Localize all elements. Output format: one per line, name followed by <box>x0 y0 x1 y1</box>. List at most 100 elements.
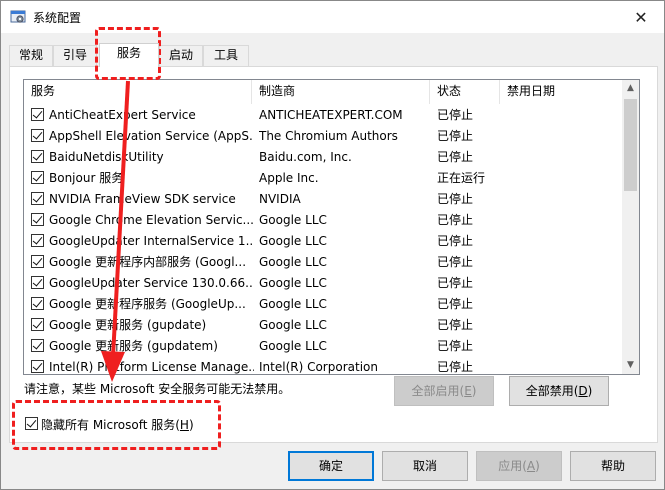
tab-boot[interactable]: 引导 <box>53 45 97 66</box>
tab-general[interactable]: 常规 <box>9 45 53 66</box>
service-status: 已停止 <box>437 234 474 248</box>
service-manufacturer: Google LLC <box>259 213 327 227</box>
service-manufacturer: Apple Inc. <box>259 171 319 185</box>
service-disable-date <box>508 275 618 291</box>
service-checkbox[interactable] <box>31 192 44 205</box>
services-list[interactable]: 服务 制造商 状态 禁用日期 AntiCheatExpert Service AN… <box>23 79 640 375</box>
apply-button[interactable]: 应用(A) <box>476 451 562 481</box>
system-config-window: 系统配置 ✕ 常规 引导 服务 启动 工具 服务 制造商 状态 禁用日期 Ant… <box>0 0 665 490</box>
service-checkbox[interactable] <box>31 234 44 247</box>
service-name: AntiCheatExpert Service <box>49 108 196 122</box>
service-disable-date <box>508 317 618 333</box>
table-row[interactable]: NVIDIA FrameView SDK service NVIDIA 已停止 <box>24 188 622 209</box>
table-row[interactable]: Intel(R) Platform License Manage... Intel… <box>24 356 622 374</box>
enable-all-button[interactable]: 全部启用(E) <box>394 376 494 406</box>
service-checkbox[interactable] <box>31 129 44 142</box>
close-button[interactable]: ✕ <box>618 1 664 33</box>
service-manufacturer: The Chromium Authors <box>259 129 398 143</box>
service-disable-date <box>508 170 618 186</box>
column-header-service[interactable]: 服务 <box>24 80 252 104</box>
service-disable-date <box>508 149 618 165</box>
service-disable-date <box>508 296 618 312</box>
service-manufacturer: Intel(R) Corporation <box>259 360 378 374</box>
service-name: Google Chrome Elevation Servic... <box>49 213 254 227</box>
settings-app-icon <box>10 10 26 23</box>
service-status: 已停止 <box>437 360 474 374</box>
table-row[interactable]: AntiCheatExpert Service ANTICHEATEXPERT.C… <box>24 104 622 125</box>
column-header-disable-date[interactable]: 禁用日期 <box>500 80 622 104</box>
tab-startup[interactable]: 启动 <box>159 45 203 66</box>
table-row[interactable]: Google 更新程序服务 (GoogleUp... Google LLC 已停止 <box>24 293 622 314</box>
service-checkbox[interactable] <box>31 108 44 121</box>
service-name: Intel(R) Platform License Manage... <box>49 360 254 374</box>
service-manufacturer: Google LLC <box>259 339 327 353</box>
service-disable-date <box>508 359 618 374</box>
service-checkbox[interactable] <box>31 150 44 163</box>
scroll-down-icon[interactable]: ▼ <box>622 357 639 374</box>
service-manufacturer: ANTICHEATEXPERT.COM <box>259 108 403 122</box>
table-row[interactable]: Bonjour 服务 Apple Inc. 正在运行 <box>24 167 622 188</box>
service-status: 已停止 <box>437 108 474 122</box>
table-row[interactable]: Google 更新程序内部服务 (Googl... Google LLC 已停止 <box>24 251 622 272</box>
table-row[interactable]: Google Chrome Elevation Servic... Google … <box>24 209 622 230</box>
service-manufacturer: Baidu.com, Inc. <box>259 150 352 164</box>
vertical-scrollbar[interactable]: ▲ ▼ <box>622 80 639 374</box>
column-header-status[interactable]: 状态 <box>430 80 500 104</box>
service-name: BaiduNetdiskUtility <box>49 150 164 164</box>
service-disable-date <box>508 107 618 123</box>
table-row[interactable]: GoogleUpdater Service 130.0.66... Google … <box>24 272 622 293</box>
column-header-manufacturer[interactable]: 制造商 <box>252 80 430 104</box>
service-status: 已停止 <box>437 318 474 332</box>
service-checkbox[interactable] <box>31 318 44 331</box>
service-name: NVIDIA FrameView SDK service <box>49 192 236 206</box>
service-status: 已停止 <box>437 213 474 227</box>
scroll-up-icon[interactable]: ▲ <box>622 80 639 97</box>
service-name: Bonjour 服务 <box>49 171 124 185</box>
service-checkbox[interactable] <box>31 339 44 352</box>
service-name: GoogleUpdater InternalService 1... <box>49 234 254 248</box>
tab-services[interactable]: 服务 <box>99 43 159 67</box>
window-title: 系统配置 <box>33 11 82 25</box>
cancel-button[interactable]: 取消 <box>382 451 468 481</box>
table-row[interactable]: GoogleUpdater InternalService 1... Google… <box>24 230 622 251</box>
service-disable-date <box>508 233 618 249</box>
service-status: 已停止 <box>437 150 474 164</box>
service-checkbox[interactable] <box>31 213 44 226</box>
tab-tools[interactable]: 工具 <box>203 45 249 66</box>
service-disable-date <box>508 191 618 207</box>
service-status: 已停止 <box>437 129 474 143</box>
disable-all-button[interactable]: 全部禁用(D) <box>509 376 609 406</box>
list-rows: AntiCheatExpert Service ANTICHEATEXPERT.C… <box>24 104 622 374</box>
service-name: Google 更新服务 (gupdate) <box>49 318 207 332</box>
security-note: 请注意，某些 Microsoft 安全服务可能无法禁用。 <box>24 382 291 396</box>
service-name: Google 更新程序内部服务 (Googl... <box>49 255 247 269</box>
service-manufacturer: NVIDIA <box>259 192 301 206</box>
table-row[interactable]: AppShell Elevation Service (AppS... The C… <box>24 125 622 146</box>
service-manufacturer: Google LLC <box>259 255 327 269</box>
service-status: 已停止 <box>437 339 474 353</box>
ok-button[interactable]: 确定 <box>288 451 374 481</box>
service-disable-date <box>508 212 618 228</box>
service-status: 已停止 <box>437 297 474 311</box>
service-checkbox[interactable] <box>31 276 44 289</box>
table-row[interactable]: Google 更新服务 (gupdatem) Google LLC 已停止 <box>24 335 622 356</box>
service-checkbox[interactable] <box>31 360 44 373</box>
service-manufacturer: Google LLC <box>259 276 327 290</box>
service-manufacturer: Google LLC <box>259 234 327 248</box>
annotation-box-hide-ms <box>12 400 221 450</box>
service-status: 已停止 <box>437 276 474 290</box>
service-status: 正在运行 <box>437 171 486 185</box>
table-row[interactable]: Google 更新服务 (gupdate) Google LLC 已停止 <box>24 314 622 335</box>
tab-strip: 常规 引导 服务 启动 工具 <box>9 43 659 67</box>
service-checkbox[interactable] <box>31 297 44 310</box>
service-name: Google 更新程序服务 (GoogleUp... <box>49 297 246 311</box>
service-disable-date <box>508 254 618 270</box>
table-row[interactable]: BaiduNetdiskUtility Baidu.com, Inc. 已停止 <box>24 146 622 167</box>
service-status: 已停止 <box>437 255 474 269</box>
service-name: AppShell Elevation Service (AppS... <box>49 129 254 143</box>
service-manufacturer: Google LLC <box>259 297 327 311</box>
service-checkbox[interactable] <box>31 255 44 268</box>
help-button[interactable]: 帮助 <box>570 451 656 481</box>
service-checkbox[interactable] <box>31 171 44 184</box>
scroll-thumb[interactable] <box>624 99 637 191</box>
